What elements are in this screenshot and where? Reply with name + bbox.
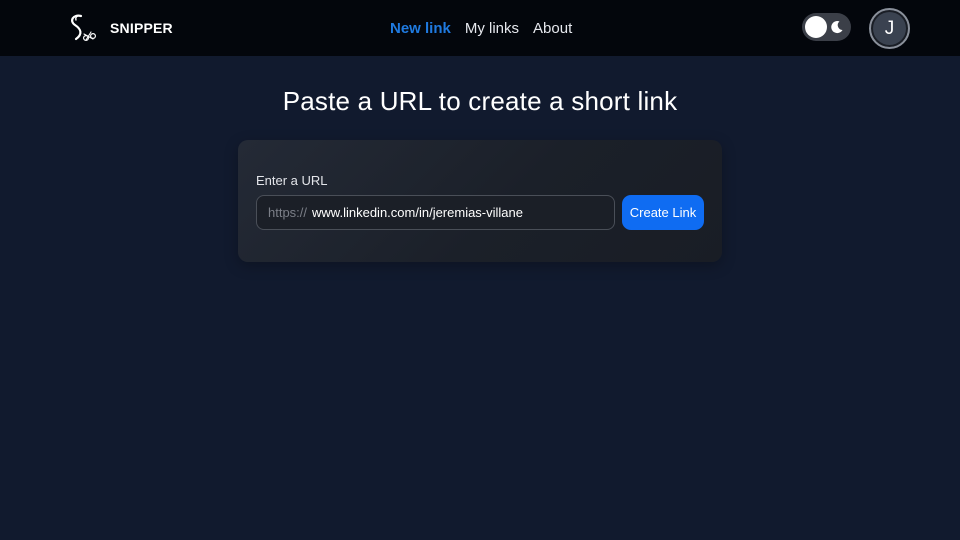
nav-link-my-links[interactable]: My links	[465, 20, 519, 37]
scissors-s-logo-icon	[71, 14, 97, 42]
page-title: Paste a URL to create a short link	[282, 86, 678, 116]
moon-icon	[831, 21, 843, 34]
toggle-knob	[805, 16, 827, 38]
url-prefix: https://	[268, 205, 308, 220]
nav-link-new-link[interactable]: New link	[390, 20, 451, 37]
nav-link-about[interactable]: About	[533, 20, 572, 37]
brand-home-link[interactable]: SNIPPER	[64, 12, 173, 44]
brand-name: SNIPPER	[110, 20, 173, 36]
navbar: SNIPPER New link My links About J	[0, 0, 960, 56]
theme-toggle[interactable]	[802, 13, 851, 41]
url-field-label: Enter a URL	[256, 173, 328, 188]
shorten-url-card: Enter a URL https:// Create Link	[238, 140, 722, 262]
url-input-field[interactable]: https://	[256, 195, 615, 230]
main-nav: New link My links About	[390, 18, 572, 38]
user-avatar[interactable]: J	[869, 8, 910, 49]
avatar-initial: J	[884, 17, 895, 39]
url-input[interactable]	[312, 202, 614, 223]
create-link-button[interactable]: Create Link	[622, 195, 704, 230]
